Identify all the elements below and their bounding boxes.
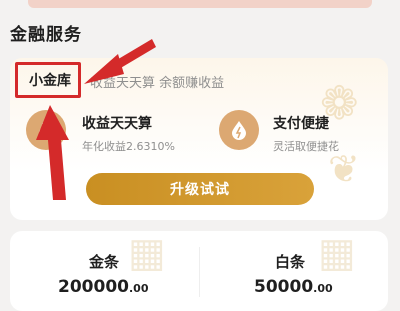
credit-label-baitiao[interactable]: 白条 — [275, 251, 305, 272]
credit-label-jintiao[interactable]: 金条 — [89, 251, 119, 272]
amount-integer: 200000 — [58, 277, 129, 297]
arrow-right-icon — [84, 39, 156, 84]
amount-decimal: .00 — [313, 282, 333, 295]
credit-amount-jintiao: 200000.00 — [58, 277, 148, 297]
amount-integer: 50000 — [254, 277, 314, 297]
credit-amount-baitiao: 50000.00 — [254, 277, 333, 297]
box-decoration-icon: ▦ — [128, 231, 166, 276]
amount-decimal: .00 — [128, 282, 149, 295]
divider — [199, 247, 200, 297]
box-decoration-icon: ▦ — [318, 231, 356, 276]
arrow-down-icon — [36, 105, 69, 200]
